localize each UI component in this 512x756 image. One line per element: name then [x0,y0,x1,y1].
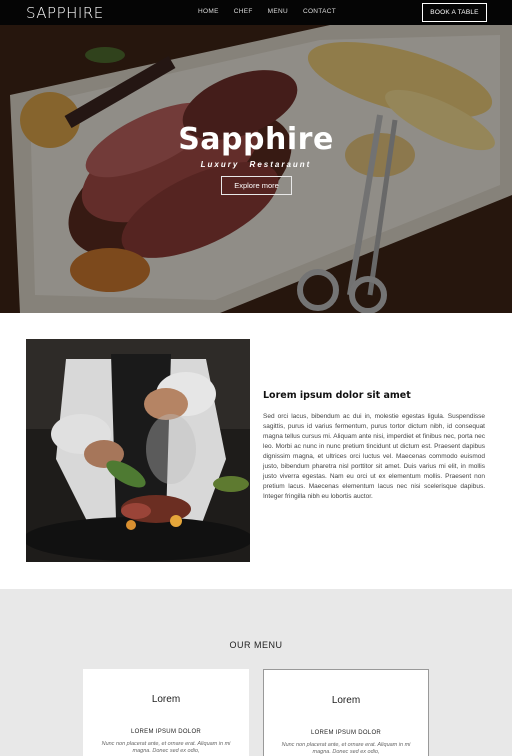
about-section: Lorem ipsum dolor sit amet Sed orci lacu… [0,313,512,589]
about-title: Lorem ipsum dolor sit amet [263,390,411,401]
about-text: Sed orci lacus, bibendum ac dui in, mole… [263,413,485,500]
nav-item-menu[interactable]: MENU [268,8,288,15]
hero-title: Sapphire [178,122,334,157]
menu-card[interactable]: Lorem LOREM IPSUM DOLOR Nunc non placera… [263,669,429,756]
nav-item-contact[interactable]: CONTACT [303,8,336,15]
menu-card-subtitle: LOREM IPSUM DOLOR [130,729,202,735]
chef-plating-image [26,339,250,562]
menu-card-description: Nunc non placerat ante, et ornare erat. … [281,742,411,755]
nav-item-home[interactable]: HOME [198,8,219,15]
hero-subtitle: Luxury Restaraunt [200,160,312,169]
book-table-button[interactable]: BOOK A TABLE [422,3,487,22]
menu-card-title: Lorem [151,694,181,705]
nav-menu: HOME CHEF MENU CONTACT [198,8,336,15]
explore-more-button[interactable]: Explore more [221,176,292,195]
menu-card[interactable]: Lorem LOREM IPSUM DOLOR Nunc non placera… [83,669,249,756]
menu-card-subtitle: LOREM IPSUM DOLOR [310,730,382,736]
menu-card-description: Nunc non placerat ante, et ornare erat. … [101,741,231,754]
menu-heading: OUR MENU [229,640,283,650]
menu-section: OUR MENU Lorem LOREM IPSUM DOLOR Nunc no… [0,589,512,756]
hero-section: Sapphire Luxury Restaraunt Explore more [0,25,512,313]
nav-item-chef[interactable]: CHEF [234,8,253,15]
logo[interactable]: SAPPHIRE [26,4,104,22]
menu-card-title: Lorem [331,695,361,706]
top-nav: SAPPHIRE HOME CHEF MENU CONTACT BOOK A T… [0,0,512,25]
hero-overlay [0,25,512,313]
